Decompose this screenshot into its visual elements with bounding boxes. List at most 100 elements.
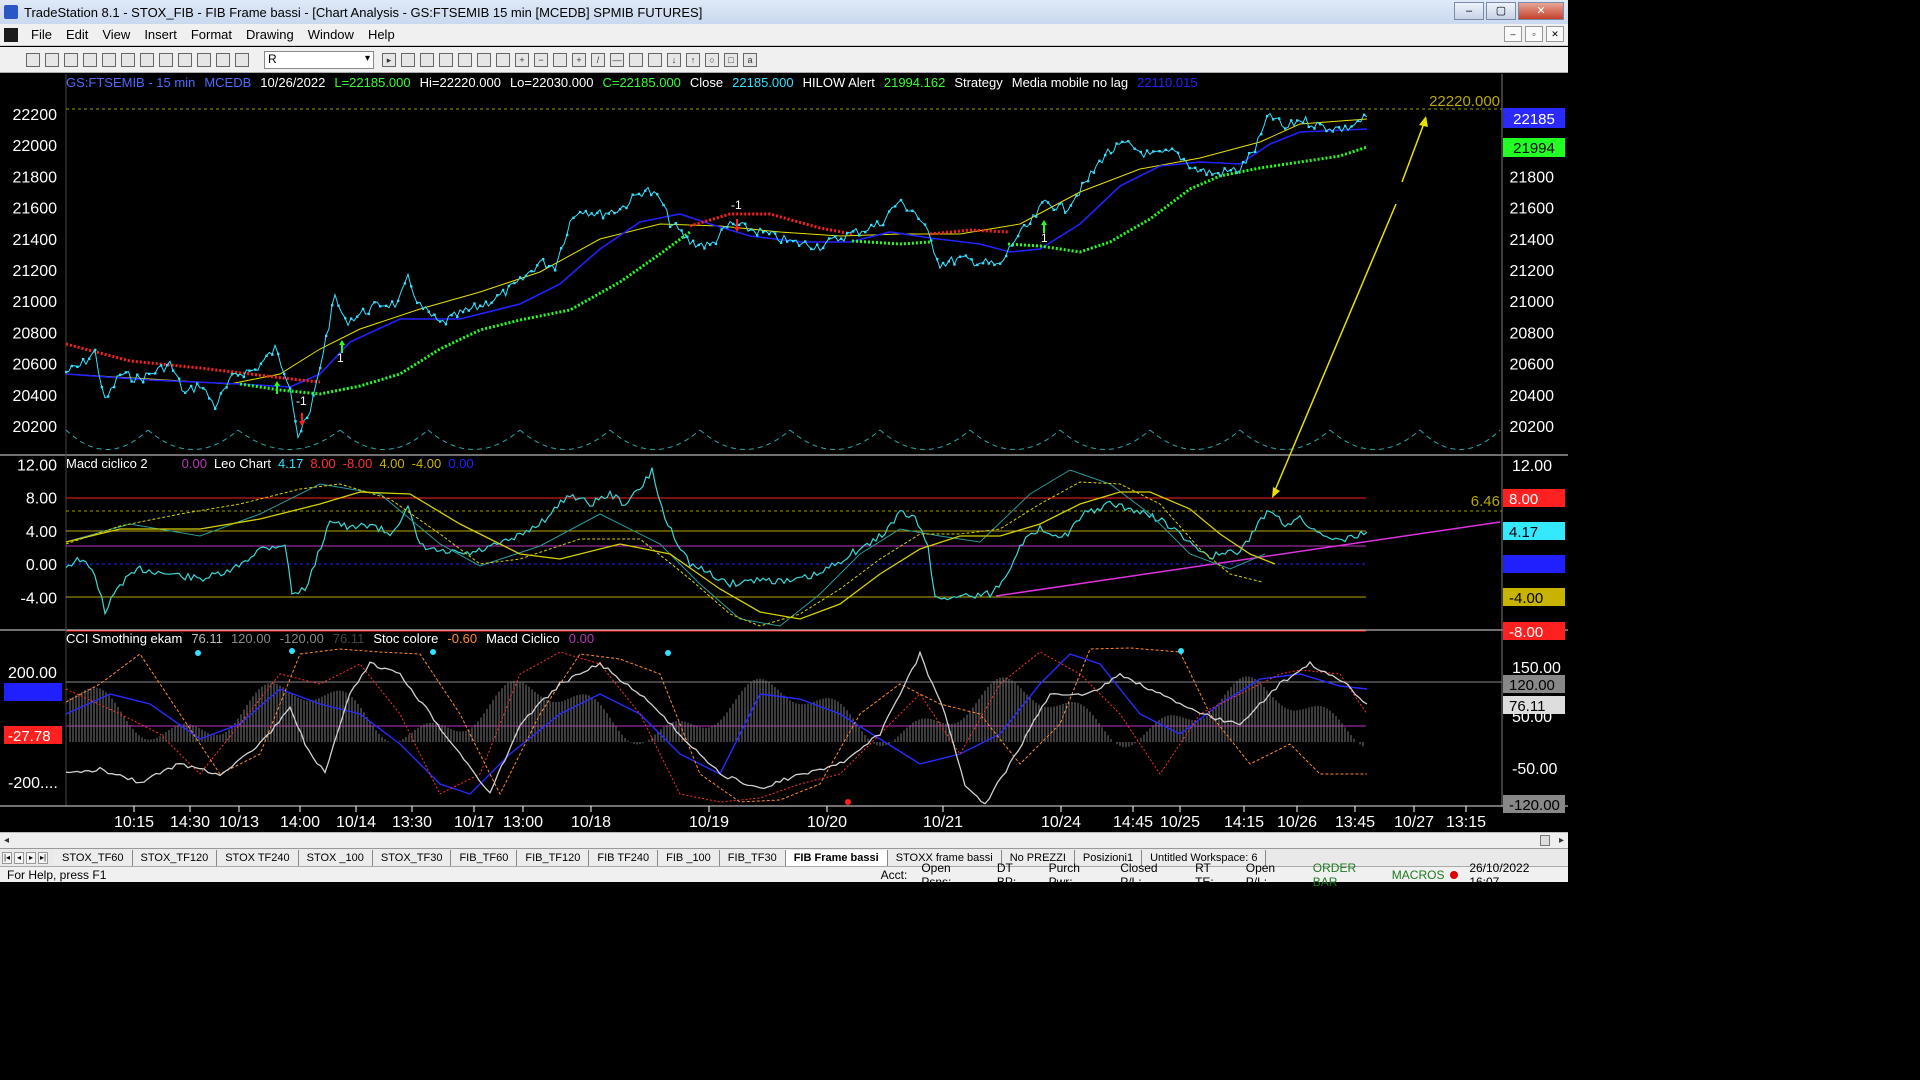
go-arrow-icon[interactable]: ▸ [382, 52, 396, 67]
zoom-in-icon[interactable]: + [515, 52, 529, 67]
tools-icon[interactable] [216, 52, 230, 67]
close-point [662, 203, 665, 207]
maximize-button[interactable]: ▢ [1486, 2, 1516, 20]
symbol-combo[interactable]: R [264, 50, 374, 69]
menu-insert[interactable]: Insert [137, 27, 184, 42]
menu-edit[interactable]: Edit [59, 27, 95, 42]
tab-stox-tf120[interactable]: STOX_TF120 [132, 849, 218, 866]
document-controls: – ▫ ✕ [1504, 26, 1564, 42]
menu-drawing[interactable]: Drawing [239, 27, 301, 42]
symbol-lookup-icon[interactable] [401, 52, 415, 67]
tab-stox-tf60[interactable]: STOX_TF60 [54, 849, 133, 866]
trendline-icon[interactable]: / [591, 52, 605, 67]
time-tick-label: 14:45 [1113, 814, 1153, 831]
tab-stox-tf30[interactable]: STOX_TF30 [372, 849, 452, 866]
close-point [650, 193, 653, 197]
price-header-item: 21994.162 [884, 75, 945, 90]
globe-icon[interactable] [235, 52, 249, 67]
tab-fib-tf60[interactable]: FIB_TF60 [451, 849, 518, 866]
close-point [350, 317, 353, 320]
workspace-icon[interactable] [83, 52, 97, 67]
order-bar-button[interactable]: ORDER BAR [1306, 861, 1390, 889]
tab-fib-frame-bassi[interactable]: FIB Frame bassi [785, 849, 888, 866]
tradestation-logo-icon [4, 5, 18, 19]
close-point [530, 270, 533, 273]
time-tick-label: 10/13 [219, 814, 259, 831]
close-point [798, 244, 801, 247]
fibonacci-icon[interactable] [629, 52, 643, 67]
cut-icon[interactable] [159, 52, 173, 67]
rectangle-icon[interactable]: □ [724, 52, 738, 67]
time-tick-label: 14:30 [170, 814, 210, 831]
tab-next-icon[interactable]: ▸ [26, 851, 36, 864]
save-icon[interactable] [64, 52, 78, 67]
price-tick-left: 21800 [13, 169, 58, 186]
arrow-up-icon[interactable]: ↑ [686, 52, 700, 67]
text-icon[interactable]: a [743, 52, 757, 67]
minimize-button[interactable]: – [1454, 2, 1484, 20]
tab-fib-tf30[interactable]: FIB_TF30 [719, 849, 786, 866]
close-point [1139, 150, 1142, 154]
scroll-left-icon[interactable]: ◂ [4, 835, 9, 846]
matrix-icon[interactable] [458, 52, 472, 67]
pointer-icon[interactable] [553, 52, 567, 67]
tab-prev-icon[interactable]: ◂ [14, 851, 24, 864]
crosshair-icon[interactable]: + [572, 52, 586, 67]
time-tick-label: 10/20 [807, 814, 847, 831]
doc-close-button[interactable]: ✕ [1546, 26, 1564, 42]
close-point [1301, 121, 1305, 125]
tab-fib-tf240[interactable]: FIB TF240 [589, 849, 659, 866]
channel-icon[interactable] [648, 52, 662, 67]
close-point [738, 223, 741, 227]
close-point [1319, 123, 1322, 126]
time-tick-label: 10/18 [571, 814, 611, 831]
close-button[interactable]: ✕ [1518, 2, 1564, 20]
print-icon[interactable] [121, 52, 135, 67]
lock-icon[interactable] [197, 52, 211, 67]
chart-window-icon[interactable] [4, 27, 18, 42]
chart-analysis-area[interactable]: GS:FTSEMIB - 15 min MCEDB 10/26/2022 L=2218… [0, 74, 1568, 832]
tab-fib-tf120[interactable]: FIB_TF120 [517, 849, 590, 866]
new-icon[interactable] [26, 52, 40, 67]
doc-minimize-button[interactable]: – [1504, 26, 1522, 42]
zoom-out-icon[interactable]: − [534, 52, 548, 67]
bar-chart-icon[interactable] [477, 52, 491, 67]
close-point [1092, 171, 1095, 174]
tab-stox-tf240[interactable]: STOX TF240 [217, 849, 299, 866]
close-point [714, 242, 718, 246]
close-point [184, 391, 187, 394]
close-point [1158, 150, 1161, 153]
price-header-item: MCEDB [204, 75, 251, 90]
tab-fib-100[interactable]: FIB _100 [658, 849, 720, 866]
horizontal-line-icon[interactable]: — [610, 52, 624, 67]
macros-button[interactable]: MACROS [1390, 868, 1447, 882]
close-point [248, 369, 251, 372]
horizontal-scrollbar[interactable]: ◂ ▸ [0, 832, 1568, 848]
close-point [680, 229, 683, 232]
tab-last-icon[interactable]: ▸| [38, 851, 48, 864]
menu-window[interactable]: Window [301, 27, 361, 42]
tab-first-icon[interactable]: |◂ [2, 851, 12, 864]
close-point [1272, 118, 1275, 121]
scroll-right-icon[interactable]: ▸ [1559, 835, 1564, 846]
tab-stox-100[interactable]: STOX _100 [298, 849, 373, 866]
close-point [1290, 119, 1293, 122]
menu-help[interactable]: Help [361, 27, 402, 42]
copy-icon[interactable] [178, 52, 192, 67]
menu-view[interactable]: View [95, 27, 137, 42]
folder-icon[interactable] [102, 52, 116, 67]
close-point [379, 305, 382, 308]
time-tick-label: 10/26 [1277, 814, 1317, 831]
open-icon[interactable] [45, 52, 59, 67]
candlestick-icon[interactable] [496, 52, 510, 67]
chart-window-icon[interactable] [420, 52, 434, 67]
menu-file[interactable]: File [24, 27, 59, 42]
ellipse-icon[interactable]: ○ [705, 52, 719, 67]
radar-icon[interactable] [439, 52, 453, 67]
doc-restore-button[interactable]: ▫ [1525, 26, 1543, 42]
arrow-down-icon[interactable]: ↓ [667, 52, 681, 67]
print-preview-icon[interactable] [140, 52, 154, 67]
menu-bar: File Edit View Insert Format Drawing Win… [0, 24, 1568, 46]
menu-format[interactable]: Format [184, 27, 239, 42]
scroll-thumb[interactable] [1540, 835, 1550, 846]
